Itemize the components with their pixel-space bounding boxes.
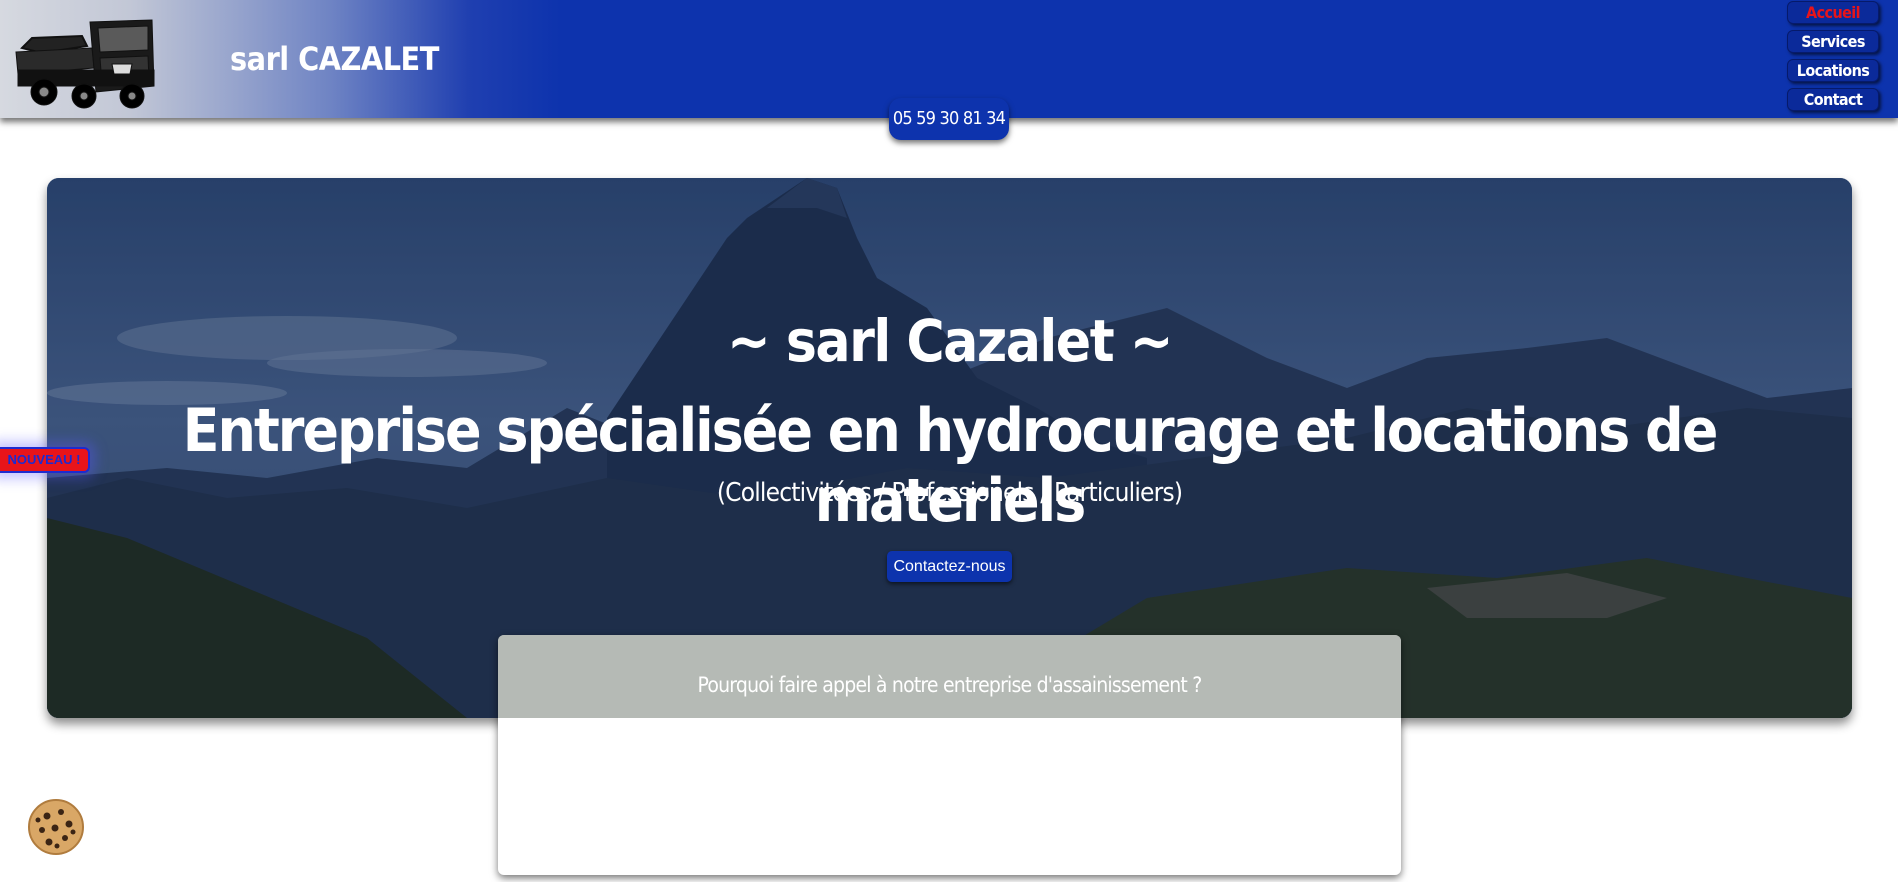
nav-accueil[interactable]: Accueil — [1787, 1, 1879, 24]
info-card: Pourquoi faire appel à notre entreprise … — [498, 635, 1401, 875]
hero-audience: (Collectivitées / Professionels / Partic… — [716, 478, 1183, 508]
main-nav: Accueil Services Locations Contact — [1787, 1, 1879, 111]
contact-us-button[interactable]: Contactez-nous — [887, 551, 1012, 582]
card-question: Pourquoi faire appel à notre entreprise … — [697, 673, 1203, 697]
nav-services[interactable]: Services — [1787, 30, 1879, 53]
cookie-icon[interactable] — [27, 798, 85, 856]
new-badge[interactable]: NOUVEAU ! — [0, 447, 90, 473]
truck-icon[interactable] — [12, 8, 158, 112]
phone-number[interactable]: 05 59 30 81 34 — [889, 98, 1009, 140]
brand-name: sarl CAZALET — [230, 40, 439, 78]
nav-locations[interactable]: Locations — [1787, 59, 1879, 82]
hero-subtitle: ~ sarl Cazalet ~ — [726, 307, 1174, 375]
hero-title: Entreprise spécialisée en hydrocurage et… — [182, 396, 1719, 536]
nav-contact[interactable]: Contact — [1787, 88, 1879, 111]
